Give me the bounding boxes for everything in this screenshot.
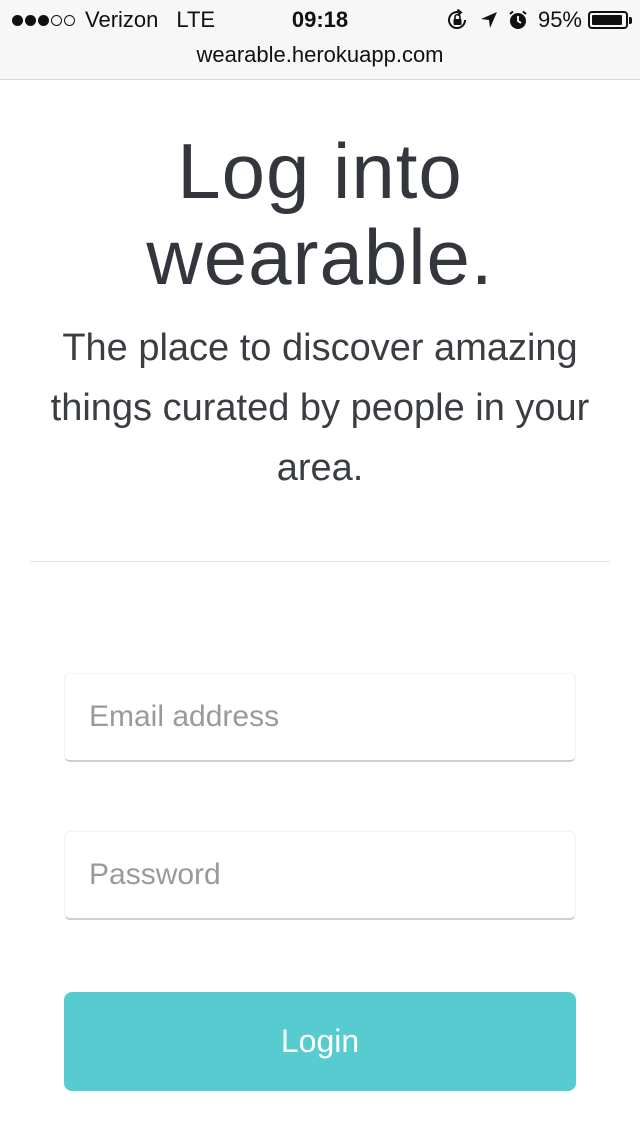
divider <box>30 561 610 562</box>
password-field[interactable] <box>64 831 576 920</box>
page-title-line-1: Log into <box>177 127 463 215</box>
status-bar: Verizon LTE 09:18 95% <box>0 0 640 40</box>
network-type: LTE <box>176 7 216 32</box>
page-title-line-2: wearable. <box>146 213 494 301</box>
battery-percent: 95% <box>537 7 582 32</box>
page-subtitle: The place to discover amazing things cur… <box>50 327 590 489</box>
carrier-name: Verizon <box>85 7 159 32</box>
status-left: Verizon LTE <box>12 7 215 33</box>
alarm-icon <box>508 10 528 30</box>
location-arrow-icon <box>480 11 498 29</box>
orientation-lock-icon <box>446 9 470 31</box>
battery-level <box>592 15 623 25</box>
address-bar[interactable]: wearable.herokuapp.com <box>0 40 640 80</box>
page-title: Log into wearable. <box>0 128 640 300</box>
battery-icon <box>588 11 632 29</box>
signal-strength-icon <box>12 14 77 26</box>
email-field[interactable] <box>64 673 576 762</box>
status-right: 95% <box>446 7 632 33</box>
login-button[interactable]: Login <box>64 992 576 1091</box>
url-text[interactable]: wearable.herokuapp.com <box>196 42 443 67</box>
